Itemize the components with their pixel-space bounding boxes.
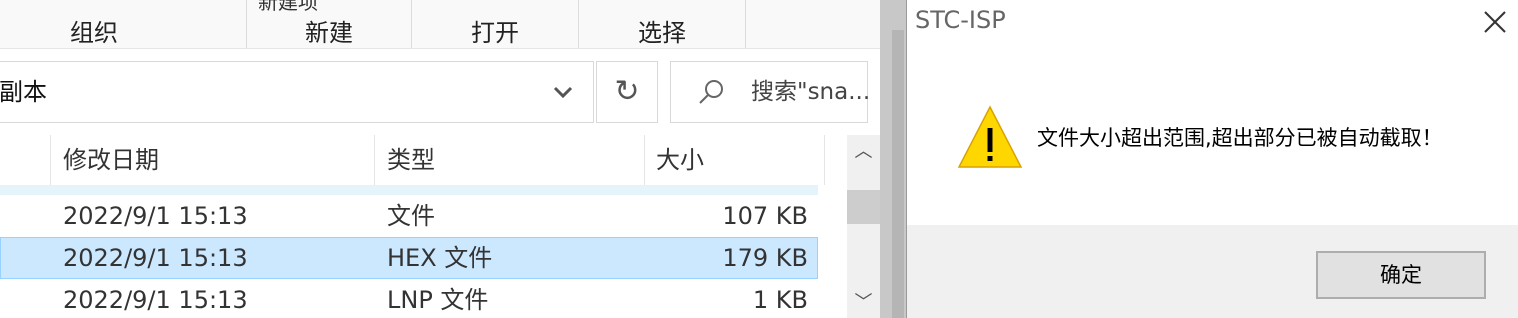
column-separator — [824, 135, 825, 185]
table-row-partial[interactable] — [0, 185, 818, 195]
column-separator — [50, 135, 51, 185]
chevron-up-icon: ︿ — [854, 141, 873, 162]
file-explorer-window: 新建项 组织 新建 打开 选择 副本 ↻ 搜索"sna... 修改日期 类型 大… — [0, 0, 880, 318]
row-type: 文件 — [387, 202, 435, 230]
scroll-up-button[interactable]: ︿ — [847, 137, 880, 167]
dialog-title: STC-ISP — [915, 6, 1006, 34]
ribbon-group-select[interactable]: 选择 — [579, 18, 745, 48]
ok-button[interactable]: 确定 — [1316, 251, 1486, 299]
column-header-row: 修改日期 类型 大小 — [0, 135, 825, 185]
row-size: 107 KB — [722, 202, 808, 230]
search-placeholder: 搜索"sna... — [751, 79, 871, 105]
dialog-message: 文件大小超出范围,超出部分已被自动截取！ — [1037, 126, 1443, 150]
scroll-thumb[interactable] — [847, 190, 880, 224]
window-edge — [892, 30, 904, 318]
address-text: 副本 — [0, 78, 47, 106]
table-row[interactable]: 2022/9/1 15:13 LNP 文件 1 KB — [0, 279, 818, 318]
address-bar[interactable]: 副本 — [0, 61, 594, 123]
search-box[interactable]: 搜索"sna... — [670, 61, 871, 123]
chevron-down-icon: ﹀ — [854, 292, 873, 313]
table-row[interactable]: 2022/9/1 15:13 文件 107 KB — [0, 195, 818, 237]
vertical-scrollbar[interactable]: ︿ ﹀ — [847, 135, 880, 318]
warning-icon — [957, 105, 1023, 168]
column-separator — [644, 135, 645, 185]
dialog-footer: 确定 — [907, 225, 1518, 318]
ribbon-group-new[interactable]: 新建 — [247, 18, 411, 48]
search-icon — [699, 80, 723, 104]
column-header-size[interactable]: 大小 — [656, 135, 704, 185]
ribbon-separator — [745, 0, 746, 48]
row-date: 2022/9/1 15:13 — [63, 286, 248, 314]
ribbon-group-organize[interactable]: 组织 — [0, 18, 188, 48]
row-size: 179 KB — [722, 244, 808, 272]
row-date: 2022/9/1 15:13 — [63, 202, 248, 230]
close-icon[interactable] — [1481, 8, 1509, 36]
table-row-selected[interactable]: 2022/9/1 15:13 HEX 文件 179 KB — [0, 237, 818, 279]
column-separator — [374, 135, 375, 185]
column-header-type[interactable]: 类型 — [387, 135, 435, 185]
row-size: 1 KB — [752, 286, 808, 314]
ribbon-group-open[interactable]: 打开 — [412, 18, 578, 48]
refresh-icon: ↻ — [614, 74, 640, 109]
row-date: 2022/9/1 15:13 — [63, 244, 248, 272]
scroll-down-button[interactable]: ﹀ — [847, 288, 880, 318]
column-header-date[interactable]: 修改日期 — [63, 135, 159, 185]
refresh-button[interactable]: ↻ — [596, 61, 658, 123]
row-type: HEX 文件 — [387, 244, 493, 272]
row-type: LNP 文件 — [387, 286, 489, 314]
message-dialog: STC-ISP 文件大小超出范围,超出部分已被自动截取！ 确定 — [906, 0, 1518, 318]
chevron-down-icon[interactable] — [551, 80, 575, 104]
ribbon: 新建项 组织 新建 打开 选择 — [0, 0, 880, 49]
ribbon-partial-label: 新建项 — [258, 0, 318, 14]
